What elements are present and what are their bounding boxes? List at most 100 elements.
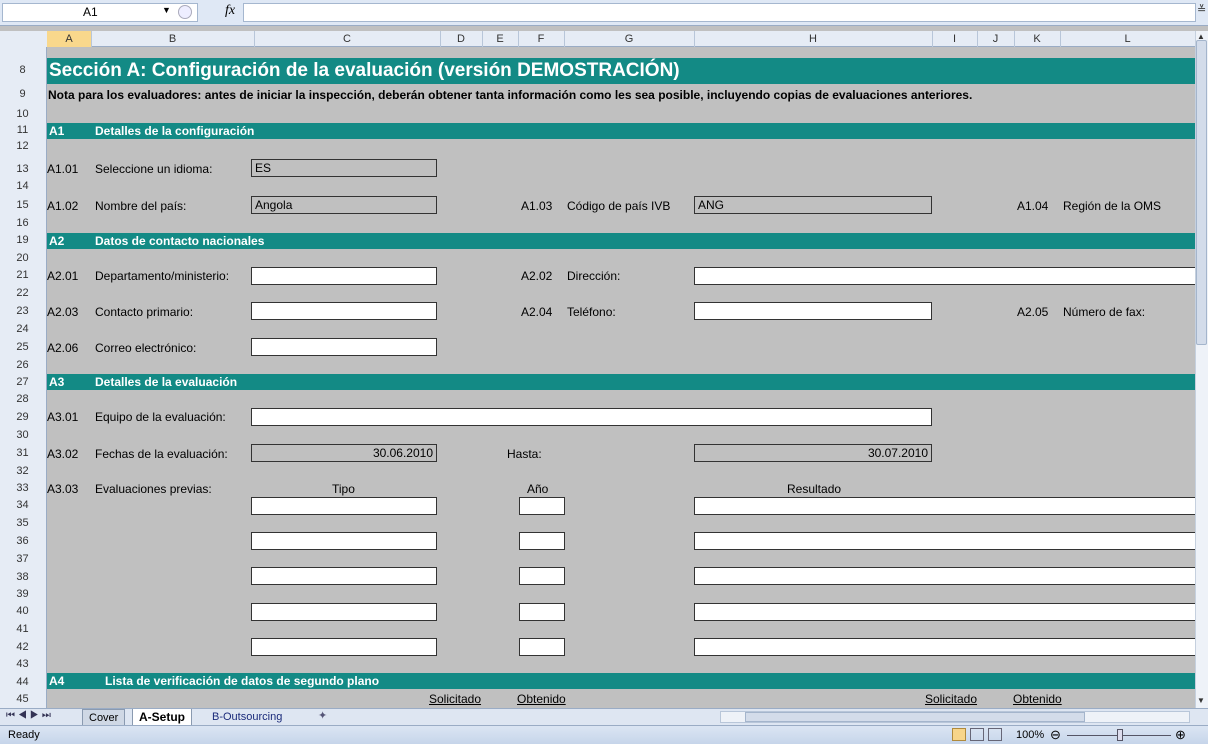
prev-anio-field[interactable] bbox=[519, 567, 565, 585]
column-header[interactable]: J bbox=[977, 31, 1015, 47]
section-code: A3 bbox=[49, 375, 65, 389]
expand-formula-icon[interactable]: ≚ bbox=[1197, 3, 1206, 16]
row-header[interactable]: 35 bbox=[0, 517, 45, 529]
tab-b-outsourcing[interactable]: B-Outsourcing bbox=[206, 709, 288, 725]
prev-tipo-field[interactable] bbox=[251, 603, 437, 621]
row-header[interactable]: 16 bbox=[0, 217, 45, 229]
prev-resultado-field[interactable] bbox=[694, 567, 1195, 585]
row-header[interactable]: 30 bbox=[0, 429, 45, 441]
zoom-out-icon[interactable]: ⊖ bbox=[1050, 727, 1061, 743]
zoom-level[interactable]: 100% bbox=[1016, 729, 1044, 741]
prev-tipo-field[interactable] bbox=[251, 497, 437, 515]
row-header[interactable]: 27 bbox=[0, 376, 45, 388]
prev-resultado-field[interactable] bbox=[694, 603, 1195, 621]
row-header[interactable]: 26 bbox=[0, 359, 45, 371]
column-header[interactable]: E bbox=[482, 31, 519, 47]
tab-a-setup[interactable]: A-Setup bbox=[132, 709, 192, 726]
department-field[interactable] bbox=[251, 267, 437, 285]
row-header[interactable]: 15 bbox=[0, 199, 45, 211]
row-header[interactable]: 34 bbox=[0, 499, 45, 511]
row-header[interactable]: 38 bbox=[0, 571, 45, 583]
prev-anio-field[interactable] bbox=[519, 638, 565, 656]
column-header[interactable]: D bbox=[440, 31, 483, 47]
row-headers: 8 9 10 11 12 13 14 15 16 19 20 21 22 23 … bbox=[0, 47, 47, 708]
row-header[interactable]: 43 bbox=[0, 658, 45, 670]
column-header[interactable]: B bbox=[91, 31, 255, 47]
prev-resultado-field[interactable] bbox=[694, 532, 1195, 550]
horizontal-scroll-thumb[interactable] bbox=[745, 712, 1085, 722]
column-header[interactable]: A bbox=[47, 31, 92, 47]
scroll-down-icon[interactable]: ▼ bbox=[1197, 696, 1205, 705]
assessment-team-field[interactable] bbox=[251, 408, 932, 426]
prev-anio-field[interactable] bbox=[519, 603, 565, 621]
prev-resultado-field[interactable] bbox=[694, 497, 1195, 515]
phone-field[interactable] bbox=[694, 302, 932, 320]
column-header[interactable]: H bbox=[694, 31, 933, 47]
insert-sheet-icon[interactable]: ✦ bbox=[318, 709, 327, 722]
primary-contact-field[interactable] bbox=[251, 302, 437, 320]
row-header[interactable]: 12 bbox=[0, 140, 45, 152]
cancel-circle-icon[interactable] bbox=[178, 5, 192, 19]
start-date-field[interactable]: 30.06.2010 bbox=[251, 444, 437, 462]
row-header[interactable]: 9 bbox=[0, 88, 45, 100]
row-header[interactable]: 39 bbox=[0, 588, 45, 600]
row-header[interactable]: 22 bbox=[0, 287, 45, 299]
row-header[interactable]: 29 bbox=[0, 411, 45, 423]
row-header[interactable]: 11 bbox=[0, 124, 45, 136]
column-header[interactable]: L bbox=[1060, 31, 1195, 47]
chevron-down-icon[interactable]: ▼ bbox=[162, 5, 171, 15]
row-header[interactable]: 45 bbox=[0, 693, 45, 705]
row-header[interactable]: 21 bbox=[0, 269, 45, 281]
column-header[interactable]: C bbox=[254, 31, 441, 47]
language-field[interactable]: ES bbox=[251, 159, 437, 177]
row-header[interactable]: 8 bbox=[0, 64, 45, 76]
field-label: Contacto primario: bbox=[95, 305, 194, 319]
prev-tipo-field[interactable] bbox=[251, 638, 437, 656]
address-field[interactable] bbox=[694, 267, 1195, 285]
function-icon[interactable]: fx bbox=[225, 3, 235, 19]
country-code-field[interactable]: ANG bbox=[694, 196, 932, 214]
prev-resultado-field[interactable] bbox=[694, 638, 1195, 656]
tab-navigation-icon[interactable]: ⏮◀▶⏭ bbox=[6, 710, 54, 721]
row-header[interactable]: 42 bbox=[0, 641, 45, 653]
row-header[interactable]: 23 bbox=[0, 305, 45, 317]
normal-view-icon[interactable] bbox=[952, 728, 966, 741]
row-header[interactable]: 44 bbox=[0, 676, 45, 688]
row-header[interactable]: 33 bbox=[0, 482, 45, 494]
row-header[interactable]: 24 bbox=[0, 323, 45, 335]
worksheet-grid[interactable]: Sección A: Configuración de la evaluació… bbox=[47, 47, 1195, 708]
formula-input[interactable] bbox=[243, 3, 1196, 22]
row-header[interactable]: 13 bbox=[0, 163, 45, 175]
row-header[interactable]: 20 bbox=[0, 252, 45, 264]
country-name-field[interactable]: Angola bbox=[251, 196, 437, 214]
row-header[interactable]: 28 bbox=[0, 393, 45, 405]
row-header[interactable]: 32 bbox=[0, 465, 45, 477]
zoom-in-icon[interactable]: ⊕ bbox=[1175, 727, 1186, 743]
end-date-field[interactable]: 30.07.2010 bbox=[694, 444, 932, 462]
row-header[interactable]: 41 bbox=[0, 623, 45, 635]
prev-anio-field[interactable] bbox=[519, 497, 565, 515]
prev-anio-field[interactable] bbox=[519, 532, 565, 550]
select-all-corner[interactable] bbox=[0, 31, 48, 47]
scroll-thumb[interactable] bbox=[1196, 40, 1207, 345]
row-header[interactable]: 14 bbox=[0, 180, 45, 192]
page-break-icon[interactable] bbox=[988, 728, 1002, 741]
email-field[interactable] bbox=[251, 338, 437, 356]
row-header[interactable]: 31 bbox=[0, 447, 45, 459]
prev-tipo-field[interactable] bbox=[251, 567, 437, 585]
column-header[interactable]: F bbox=[518, 31, 565, 47]
row-header[interactable]: 25 bbox=[0, 341, 45, 353]
row-header[interactable]: 19 bbox=[0, 234, 45, 246]
prev-tipo-field[interactable] bbox=[251, 532, 437, 550]
row-header[interactable]: 10 bbox=[0, 108, 45, 120]
column-header[interactable]: G bbox=[564, 31, 695, 47]
zoom-slider-thumb[interactable] bbox=[1117, 729, 1123, 741]
column-header[interactable]: I bbox=[932, 31, 978, 47]
column-header[interactable]: K bbox=[1014, 31, 1061, 47]
field-label: Número de fax: bbox=[1063, 305, 1146, 319]
row-header[interactable]: 40 bbox=[0, 605, 45, 617]
row-header[interactable]: 37 bbox=[0, 553, 45, 565]
row-header[interactable]: 36 bbox=[0, 535, 45, 547]
page-layout-icon[interactable] bbox=[970, 728, 984, 741]
status-text: Ready bbox=[8, 729, 40, 741]
